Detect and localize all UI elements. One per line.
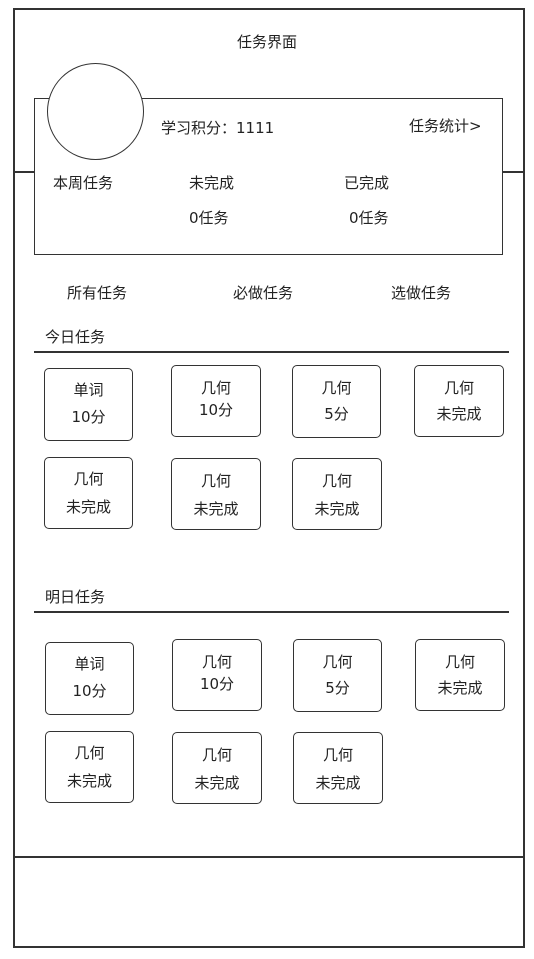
tab-all-tasks[interactable]: 所有任务 [67, 283, 127, 303]
avatar[interactable] [47, 63, 144, 160]
frame-top-edge [13, 8, 524, 10]
content-top-right [502, 171, 524, 173]
tomorrow-task-card-7[interactable]: 几何 未完成 [293, 732, 383, 804]
task-status: 未完成 [194, 774, 240, 792]
incomplete-label: 未完成 [189, 174, 235, 192]
tomorrow-divider [34, 611, 509, 613]
task-name: 几何 [322, 746, 353, 764]
task-status: 未完成 [315, 774, 361, 792]
today-task-card-2[interactable]: 几何 10分 [171, 365, 261, 437]
task-stats-link[interactable]: 任务统计> [409, 116, 482, 136]
content-bottom-divider [13, 856, 524, 858]
task-status: 10分 [72, 682, 107, 700]
task-status: 未完成 [65, 498, 111, 516]
task-status: 10分 [199, 675, 235, 693]
task-name: 几何 [321, 472, 352, 490]
task-name: 几何 [443, 379, 474, 397]
today-task-card-1[interactable]: 单词 10分 [44, 368, 133, 441]
incomplete-count: 0任务 [189, 209, 229, 227]
task-status: 未完成 [436, 405, 482, 423]
frame-bottom-edge [13, 946, 524, 948]
task-name: 几何 [73, 470, 104, 488]
today-task-card-7[interactable]: 几何 未完成 [292, 458, 382, 530]
page-title: 任务界面 [236, 33, 297, 51]
score-text: 学习积分：1111 [161, 119, 275, 137]
today-task-card-3[interactable]: 几何 5分 [292, 365, 381, 438]
task-status: 未完成 [66, 772, 112, 790]
done-label: 已完成 [344, 174, 390, 192]
frame-right-edge [523, 8, 525, 948]
task-name: 几何 [321, 379, 352, 397]
today-task-card-5[interactable]: 几何 未完成 [44, 457, 133, 529]
task-name: 单词 [73, 381, 104, 399]
tomorrow-task-card-5[interactable]: 几何 未完成 [45, 731, 134, 803]
task-name: 几何 [200, 379, 231, 397]
task-name: 几何 [201, 653, 232, 671]
task-name: 几何 [444, 653, 475, 671]
tab-optional-tasks[interactable]: 选做任务 [391, 283, 451, 303]
task-status: 未完成 [314, 500, 360, 518]
task-status: 未完成 [437, 679, 483, 697]
today-task-card-6[interactable]: 几何 未完成 [171, 458, 261, 530]
task-name: 单词 [74, 655, 105, 673]
tomorrow-task-card-3[interactable]: 几何 5分 [293, 639, 382, 712]
week-tasks-label: 本周任务 [53, 174, 114, 192]
done-count: 0任务 [349, 209, 389, 227]
task-status: 10分 [71, 408, 106, 426]
tab-required-tasks[interactable]: 必做任务 [233, 283, 293, 303]
task-name: 几何 [322, 653, 353, 671]
task-status: 5分 [325, 679, 350, 697]
tomorrow-section-title: 明日任务 [45, 588, 106, 606]
task-name: 几何 [200, 472, 231, 490]
frame-left-edge [13, 8, 15, 948]
task-status: 未完成 [193, 500, 239, 518]
tomorrow-task-card-4[interactable]: 几何 未完成 [415, 639, 505, 711]
content-top-left [13, 171, 35, 173]
tomorrow-task-card-6[interactable]: 几何 未完成 [172, 732, 262, 804]
task-name: 几何 [74, 744, 105, 762]
tomorrow-task-card-1[interactable]: 单词 10分 [45, 642, 134, 715]
today-section-title: 今日任务 [45, 328, 106, 346]
task-status: 10分 [198, 401, 234, 419]
task-status: 5分 [324, 405, 349, 423]
today-divider [34, 351, 509, 353]
tomorrow-task-card-2[interactable]: 几何 10分 [172, 639, 262, 711]
today-task-card-4[interactable]: 几何 未完成 [414, 365, 504, 437]
task-name: 几何 [201, 746, 232, 764]
